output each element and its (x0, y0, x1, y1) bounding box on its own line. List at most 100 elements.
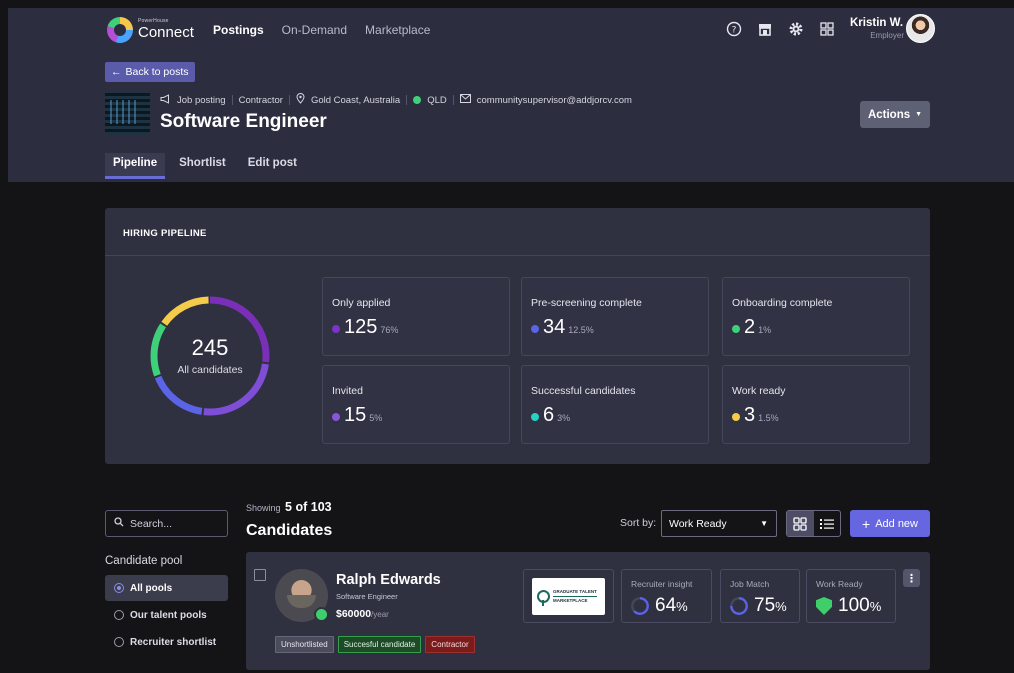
pool-option-label: Recruiter shortlist (130, 636, 217, 648)
stat-value-row: 125 76% (332, 316, 398, 339)
metric-value: 100% (838, 595, 881, 617)
grid-view-icon[interactable] (787, 511, 814, 536)
metric-label: Job Match (730, 579, 770, 589)
nav-on-demand[interactable]: On-Demand (282, 23, 347, 37)
metric-value-row: 75% (730, 595, 787, 617)
tab-pipeline[interactable]: Pipeline (105, 153, 166, 179)
view-toggle (786, 510, 841, 537)
stat-label: Only applied (332, 297, 391, 309)
stat-value: 2 (744, 316, 756, 338)
pipeline-donut-chart: 245 All candidates (148, 294, 272, 418)
search-icon (114, 517, 124, 530)
metric-recruiter-insight: Recruiter insight 64% (621, 569, 712, 623)
caret-down-icon: ▼ (760, 519, 768, 528)
results-count: Showing 5 of 103 (246, 500, 332, 514)
brand-logo-icon (107, 17, 133, 43)
graduate-talent-marketplace-logo: GRADUATE TALENT MARKETPLACE (532, 577, 605, 615)
candidate-salary: $60000/year (336, 608, 389, 620)
candidate-name[interactable]: Ralph Edwards (336, 572, 441, 588)
tab-shortlist[interactable]: Shortlist (171, 153, 234, 179)
stat-label: Pre-screening complete (531, 297, 642, 309)
job-contact-email[interactable]: communitysupervisor@addjorcv.com (477, 95, 632, 106)
pool-option-our-talent-pools[interactable]: Our talent pools (105, 602, 228, 628)
more-options-icon[interactable]: ⋮ (903, 569, 920, 587)
tag-unshortlisted[interactable]: Unshortlisted (275, 636, 334, 653)
metric-number: 100 (838, 595, 870, 616)
stat-color-dot (732, 325, 740, 333)
app-frame: PowerHouse Connect Postings On-Demand Ma… (8, 8, 1014, 673)
stat-onboarding-complete[interactable]: Onboarding complete 2 1% (722, 277, 910, 356)
candidate-card[interactable]: Ralph Edwards Software Engineer $60000/y… (246, 552, 930, 670)
stat-invited[interactable]: Invited 15 5% (322, 365, 510, 444)
add-new-button[interactable]: + Add new (850, 510, 930, 537)
metric-value-row: 64% (631, 595, 688, 617)
metric-unit: % (676, 599, 688, 614)
brand-logo[interactable]: PowerHouse Connect (105, 14, 195, 46)
settings-gear-icon[interactable] (787, 20, 805, 38)
showing-count: 5 of 103 (285, 500, 332, 514)
list-view-icon[interactable] (814, 511, 841, 536)
stat-only-applied[interactable]: Only applied 125 76% (322, 277, 510, 356)
stat-label: Onboarding complete (732, 297, 833, 309)
store-icon[interactable] (756, 20, 774, 38)
partner-logo-box: GRADUATE TALENT MARKETPLACE (523, 569, 614, 623)
stat-percent: 1.5% (758, 413, 779, 423)
partner-logo-text: GRADUATE TALENT MARKETPLACE (553, 589, 597, 603)
stat-percent: 3% (557, 413, 571, 423)
metric-label: Recruiter insight (631, 579, 693, 589)
sort-by-value: Work Ready (669, 517, 727, 530)
plus-icon: + (862, 515, 871, 532)
salary-unit: /year (371, 610, 389, 619)
candidates-title: Candidates (246, 522, 333, 539)
tag-contractor[interactable]: Contractor (425, 636, 475, 653)
progress-ring-icon (631, 597, 649, 615)
page-header: PowerHouse Connect Postings On-Demand Ma… (8, 8, 1014, 182)
stat-percent: 1% (758, 325, 772, 335)
actions-dropdown-button[interactable]: Actions ▼ (860, 101, 930, 128)
apps-grid-icon[interactable] (818, 20, 836, 38)
add-new-label: Add new (875, 517, 918, 530)
header-icons: ? (725, 20, 836, 38)
metric-job-match: Job Match 75% (720, 569, 800, 623)
megaphone-icon (160, 93, 171, 107)
user-role: Employer (870, 31, 904, 40)
candidate-role: Software Engineer (336, 592, 398, 601)
metric-unit: % (775, 599, 787, 614)
stat-percent: 76% (380, 325, 399, 335)
user-menu[interactable]: Kristin W. Employer (850, 14, 935, 44)
back-to-posts-button[interactable]: ← Back to posts (105, 62, 195, 82)
stat-percent: 12.5% (568, 325, 594, 335)
stat-work-ready[interactable]: Work ready 3 1.5% (722, 365, 910, 444)
nav-postings[interactable]: Postings (213, 23, 264, 37)
tab-edit-post[interactable]: Edit post (240, 153, 305, 179)
stat-pre-screening-complete[interactable]: Pre-screening complete 34 12.5% (521, 277, 709, 356)
pool-option-all-pools[interactable]: All pools (105, 575, 228, 601)
shield-icon (816, 597, 832, 615)
stat-value: 3 (744, 404, 756, 426)
stat-successful-candidates[interactable]: Successful candidates 6 3% (521, 365, 709, 444)
tag-successful-candidate[interactable]: Succesful candidate (337, 636, 422, 653)
radio-icon (114, 610, 124, 620)
search-input[interactable]: Search... (105, 510, 228, 537)
stat-color-dot (332, 325, 340, 333)
nav-marketplace[interactable]: Marketplace (365, 23, 430, 37)
brand-name: Connect (138, 24, 194, 41)
stat-color-dot (531, 413, 539, 421)
job-state: QLD (427, 94, 447, 106)
svg-text:?: ? (732, 26, 737, 36)
candidate-select-checkbox[interactable] (254, 569, 266, 581)
meta-divider (452, 95, 454, 105)
sort-by-select[interactable]: Work Ready ▼ (661, 510, 777, 537)
magnifier-icon (537, 589, 550, 606)
metric-work-ready: Work Ready 100% (806, 569, 896, 623)
stat-value-row: 3 1.5% (732, 404, 779, 427)
user-name: Kristin W. (850, 17, 904, 29)
caret-down-icon: ▼ (915, 111, 923, 118)
hiring-pipeline-panel: HIRING PIPELINE 245 All candidates Only … (105, 208, 930, 464)
help-icon[interactable]: ? (725, 20, 743, 38)
location-pin-icon (296, 93, 305, 107)
stat-value: 6 (543, 404, 555, 426)
stat-value-row: 6 3% (531, 404, 570, 427)
meta-divider (406, 95, 408, 105)
pool-option-recruiter-shortlist[interactable]: Recruiter shortlist (105, 629, 228, 655)
